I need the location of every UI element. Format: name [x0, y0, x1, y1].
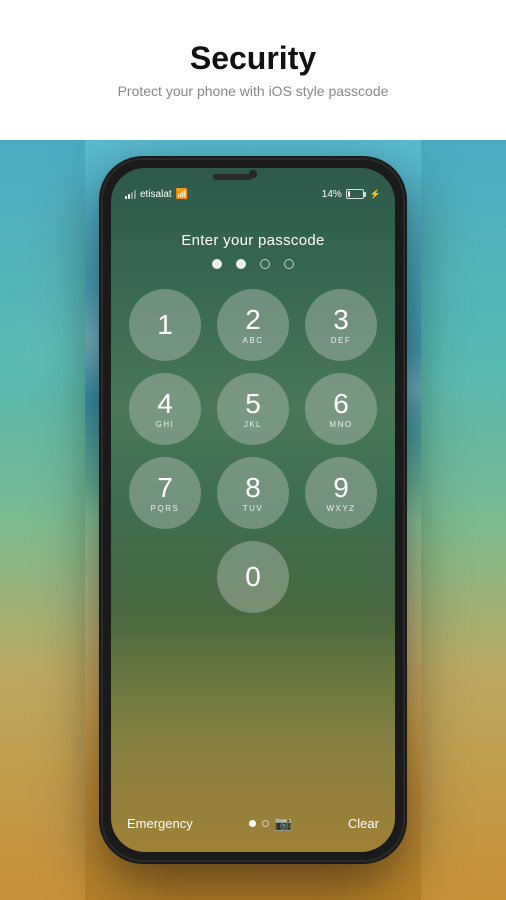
- passcode-dots: [212, 259, 294, 269]
- signal-bar-3: [131, 192, 133, 199]
- passcode-dot-3: [260, 259, 270, 269]
- key-6[interactable]: 6 MNO: [305, 373, 377, 445]
- wifi-icon: 📶: [176, 189, 188, 200]
- key-1-number: 1: [157, 311, 173, 339]
- key-6-letters: MNO: [329, 420, 352, 429]
- key-9-number: 9: [333, 474, 349, 502]
- status-left: etisalat 📶: [125, 189, 188, 200]
- key-9-letters: WXYZ: [326, 504, 355, 513]
- key-2-number: 2: [245, 306, 261, 334]
- signal-bar-4: [134, 190, 136, 199]
- key-4-number: 4: [157, 390, 173, 418]
- keypad-row-4: 0: [217, 541, 289, 613]
- key-8[interactable]: 8 TUV: [217, 457, 289, 529]
- keypad-row-2: 4 GHI 5 JKL 6 MNO: [129, 373, 377, 445]
- signal-bar-1: [125, 196, 127, 199]
- carrier-name: etisalat: [140, 189, 172, 200]
- status-right: 14% ⚡: [322, 189, 381, 200]
- key-7-number: 7: [157, 474, 173, 502]
- key-1[interactable]: 1: [129, 289, 201, 361]
- key-5[interactable]: 5 JKL: [217, 373, 289, 445]
- passcode-dot-1: [212, 259, 222, 269]
- passcode-content: Enter your passcode 1 2: [111, 212, 395, 852]
- phone-scene: etisalat 📶 14% ⚡: [0, 140, 506, 900]
- beach-panel-right: [421, 140, 506, 900]
- passcode-dot-4: [284, 259, 294, 269]
- key-9[interactable]: 9 WXYZ: [305, 457, 377, 529]
- key-8-number: 8: [245, 474, 261, 502]
- keypad: 1 2 ABC 3 DEF 4: [129, 289, 377, 852]
- key-3-number: 3: [333, 306, 349, 334]
- phone-bottom-bar: Emergency 📷 Clear: [111, 802, 395, 852]
- phone-speaker: [213, 174, 253, 180]
- key-0[interactable]: 0: [217, 541, 289, 613]
- keypad-row-1: 1 2 ABC 3 DEF: [129, 289, 377, 361]
- key-7[interactable]: 7 PQRS: [129, 457, 201, 529]
- camera-icon: 📷: [275, 815, 292, 832]
- battery-body: [346, 189, 364, 199]
- phone-screen: etisalat 📶 14% ⚡: [111, 168, 395, 852]
- key-2[interactable]: 2 ABC: [217, 289, 289, 361]
- emergency-button[interactable]: Emergency: [127, 816, 193, 831]
- key-3-letters: DEF: [331, 336, 352, 345]
- key-8-letters: TUV: [243, 504, 264, 513]
- passcode-prompt: Enter your passcode: [181, 232, 324, 249]
- key-4-letters: GHI: [156, 420, 175, 429]
- signal-bar-2: [128, 194, 130, 199]
- key-5-number: 5: [245, 390, 261, 418]
- beach-panel-left: [0, 140, 85, 900]
- charging-icon: ⚡: [370, 189, 381, 200]
- key-2-letters: ABC: [243, 336, 264, 345]
- page-title: Security: [0, 40, 506, 77]
- key-3[interactable]: 3 DEF: [305, 289, 377, 361]
- passcode-dot-2: [236, 259, 246, 269]
- app-header: Security Protect your phone with iOS sty…: [0, 0, 506, 119]
- key-6-number: 6: [333, 390, 349, 418]
- indicator-dot-2: [262, 820, 269, 827]
- bottom-indicators: 📷: [249, 815, 292, 832]
- phone-frame: etisalat 📶 14% ⚡: [103, 160, 403, 860]
- key-0-number: 0: [245, 563, 261, 591]
- battery-tip: [364, 192, 366, 197]
- battery-icon: [346, 189, 366, 199]
- page-subtitle: Protect your phone with iOS style passco…: [0, 83, 506, 99]
- signal-icon: [125, 189, 136, 199]
- battery-fill: [348, 191, 350, 197]
- battery-percent: 14%: [322, 189, 342, 200]
- keypad-row-3: 7 PQRS 8 TUV 9 WXYZ: [129, 457, 377, 529]
- clear-button[interactable]: Clear: [348, 816, 379, 831]
- key-7-letters: PQRS: [151, 504, 180, 513]
- indicator-dot-1: [249, 820, 256, 827]
- key-4[interactable]: 4 GHI: [129, 373, 201, 445]
- key-5-letters: JKL: [244, 420, 262, 429]
